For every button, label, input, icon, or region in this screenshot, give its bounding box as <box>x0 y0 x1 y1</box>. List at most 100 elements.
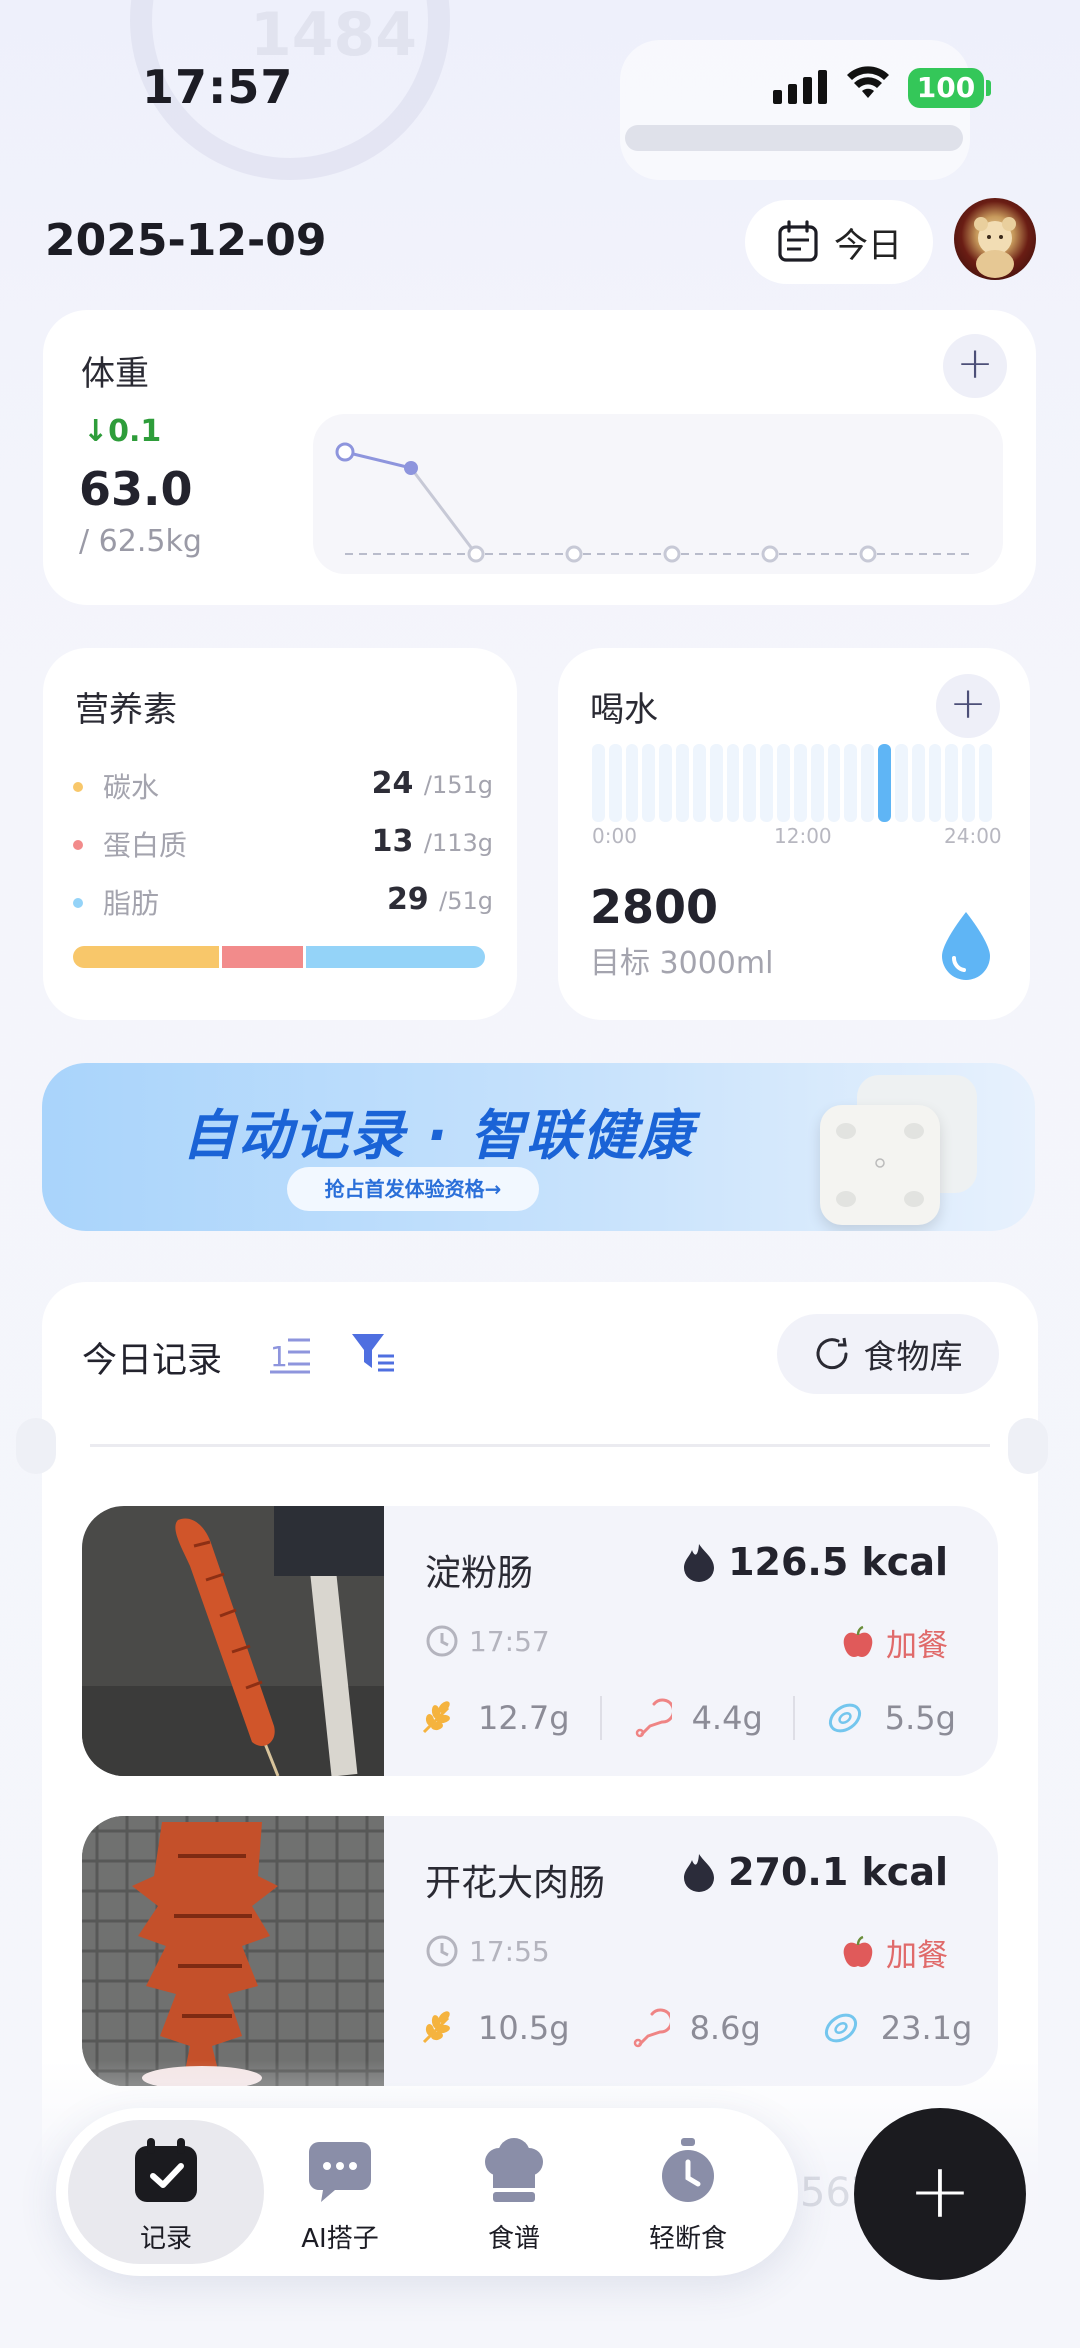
apple-icon <box>843 1625 873 1657</box>
drumstick-icon <box>635 1698 672 1738</box>
carb-dot <box>73 782 83 792</box>
add-record-fab[interactable]: + <box>854 2108 1026 2280</box>
trend-point-empty <box>663 545 681 563</box>
meal-type: 加餐 <box>840 1620 948 1665</box>
tab-ai-buddy[interactable]: AI搭子 <box>260 2136 420 2255</box>
nutrient-value: 29 /51g <box>386 882 493 917</box>
tab-recipes[interactable]: 食谱 <box>434 2136 594 2255</box>
add-water-button[interactable]: + <box>936 674 1000 738</box>
stopwatch-icon <box>662 2138 714 2202</box>
water-hour-bar <box>844 744 858 822</box>
trend-point-empty <box>761 545 779 563</box>
water-value: 2800 <box>590 880 719 934</box>
water-goal: 目标 3000ml <box>590 946 774 981</box>
banner-cta-button[interactable]: 抢占首发体验资格→ <box>287 1167 539 1211</box>
smart-scale-banner[interactable]: 自动记录 · 智联健康 抢占首发体验资格→ <box>42 1063 1035 1231</box>
wheat-icon <box>422 1701 450 1734</box>
clock-icon <box>426 1935 458 1967</box>
smart-scale-image <box>820 1105 940 1225</box>
chat-bubble-icon <box>309 2142 371 2202</box>
water-hour-bar <box>760 744 774 822</box>
card-notch-right <box>1008 1418 1048 1474</box>
water-hour-bar <box>608 744 622 822</box>
food-record-item[interactable]: 开花大肉肠 270.1 kcal 17:55 加餐 10.5g 8.6g 23.… <box>82 1816 998 2086</box>
avatar[interactable] <box>954 198 1036 280</box>
water-hour-bar <box>726 744 740 822</box>
fat-macro: 23.1g <box>821 2008 972 2048</box>
nutrients-card[interactable]: 营养素 碳水 24 /151g 蛋白质 13 /113g 脂肪 29 /51g <box>43 648 517 1020</box>
divider <box>90 1444 990 1447</box>
nutrient-row-carb: 碳水 24 /151g <box>73 766 493 806</box>
nutrient-row-fat: 脂肪 29 /51g <box>73 882 493 922</box>
add-weight-button[interactable]: + <box>943 334 1007 398</box>
weight-delta: 0.1 <box>108 414 162 449</box>
food-macros: 10.5g 8.6g 23.1g <box>418 2006 972 2050</box>
water-hour-bar <box>709 744 723 822</box>
water-hour-bar <box>878 744 891 822</box>
flame-icon <box>684 1544 715 1582</box>
food-calories: 270.1 kcal <box>680 1850 948 1894</box>
current-date: 2025-12-09 <box>45 215 327 266</box>
water-hour-bar <box>979 744 992 822</box>
food-name: 淀粉肠 <box>425 1553 534 1594</box>
water-hour-bar <box>911 744 925 822</box>
nutrient-row-protein: 蛋白质 13 /113g <box>73 824 493 864</box>
tab-records[interactable]: 记录 <box>86 2136 246 2255</box>
fat-macro: 5.5g <box>825 1698 956 1738</box>
nutrient-distribution-bar <box>73 946 485 968</box>
tab-label: 轻断食 <box>648 2224 727 2254</box>
water-hour-bar <box>743 744 757 822</box>
background-bar <box>625 125 963 151</box>
apple-icon <box>843 1935 873 1967</box>
today-button[interactable]: 今日 <box>745 200 933 284</box>
protein-macro: 8.6g <box>630 2008 761 2048</box>
today-label: 今日 <box>834 225 902 266</box>
weight-value: 63.0 <box>79 462 193 516</box>
weight-card[interactable]: 体重 + ↓0.1 63.0 / 62.5kg <box>43 310 1036 605</box>
tab-label: AI搭子 <box>301 2224 379 2254</box>
water-hour-bar <box>676 744 689 822</box>
water-hour-bar <box>962 744 976 822</box>
wifi-icon <box>847 66 889 98</box>
food-name: 开花大肉肠 <box>425 1863 606 1904</box>
battery-indicator: 100 <box>908 68 984 108</box>
food-record-item[interactable]: 淀粉肠 126.5 kcal 17:57 加餐 12.7g 4.4g 5.5g <box>82 1506 998 1776</box>
water-intake-bars <box>592 744 992 822</box>
clock-icon <box>426 1625 458 1657</box>
status-time: 17:57 <box>142 60 294 114</box>
nutrient-label: 脂肪 <box>103 887 160 920</box>
water-hour-bar <box>793 744 807 822</box>
weight-title: 体重 <box>81 354 149 394</box>
calendar-icon <box>778 220 818 262</box>
water-hour-bar <box>810 744 824 822</box>
flame-icon <box>684 1854 715 1892</box>
food-macros: 12.7g 4.4g 5.5g <box>418 1696 958 1740</box>
nutrient-bar-segment <box>303 946 485 968</box>
filter-icon[interactable] <box>350 1330 396 1376</box>
weight-change: ↓0.1 <box>83 414 161 449</box>
food-photo-flower-sausage <box>82 1816 384 2086</box>
water-drop-icon <box>942 912 990 980</box>
food-library-button[interactable]: 食物库 <box>777 1314 999 1394</box>
carb-macro: 10.5g <box>418 2008 570 2048</box>
banner-title: 自动记录 · 智联健康 <box>182 1104 695 1167</box>
nutrient-value: 13 /113g <box>371 824 493 859</box>
tab-label: 食谱 <box>487 2224 540 2254</box>
tab-fasting[interactable]: 轻断食 <box>608 2136 768 2255</box>
nutrient-bar-segment <box>219 946 304 968</box>
tab-label: 记录 <box>139 2224 192 2254</box>
avocado-icon <box>828 1703 861 1733</box>
sort-icon[interactable]: 1 <box>268 1330 314 1376</box>
water-hour-bar <box>777 744 790 822</box>
weight-trend-chart <box>313 414 1003 574</box>
trend-point <box>335 442 355 462</box>
battery-tip <box>986 80 991 96</box>
food-calories: 126.5 kcal <box>680 1540 948 1584</box>
water-hour-bar <box>625 744 639 822</box>
nutrients-title: 营养素 <box>75 690 177 730</box>
trend-point-empty <box>467 545 485 563</box>
water-hour-bar <box>827 744 841 822</box>
nutrient-label: 碳水 <box>103 771 160 804</box>
card-notch-left <box>16 1418 56 1474</box>
water-card[interactable]: 喝水 + 0:00 12:00 24:00 2800 目标 3000ml <box>558 648 1030 1020</box>
